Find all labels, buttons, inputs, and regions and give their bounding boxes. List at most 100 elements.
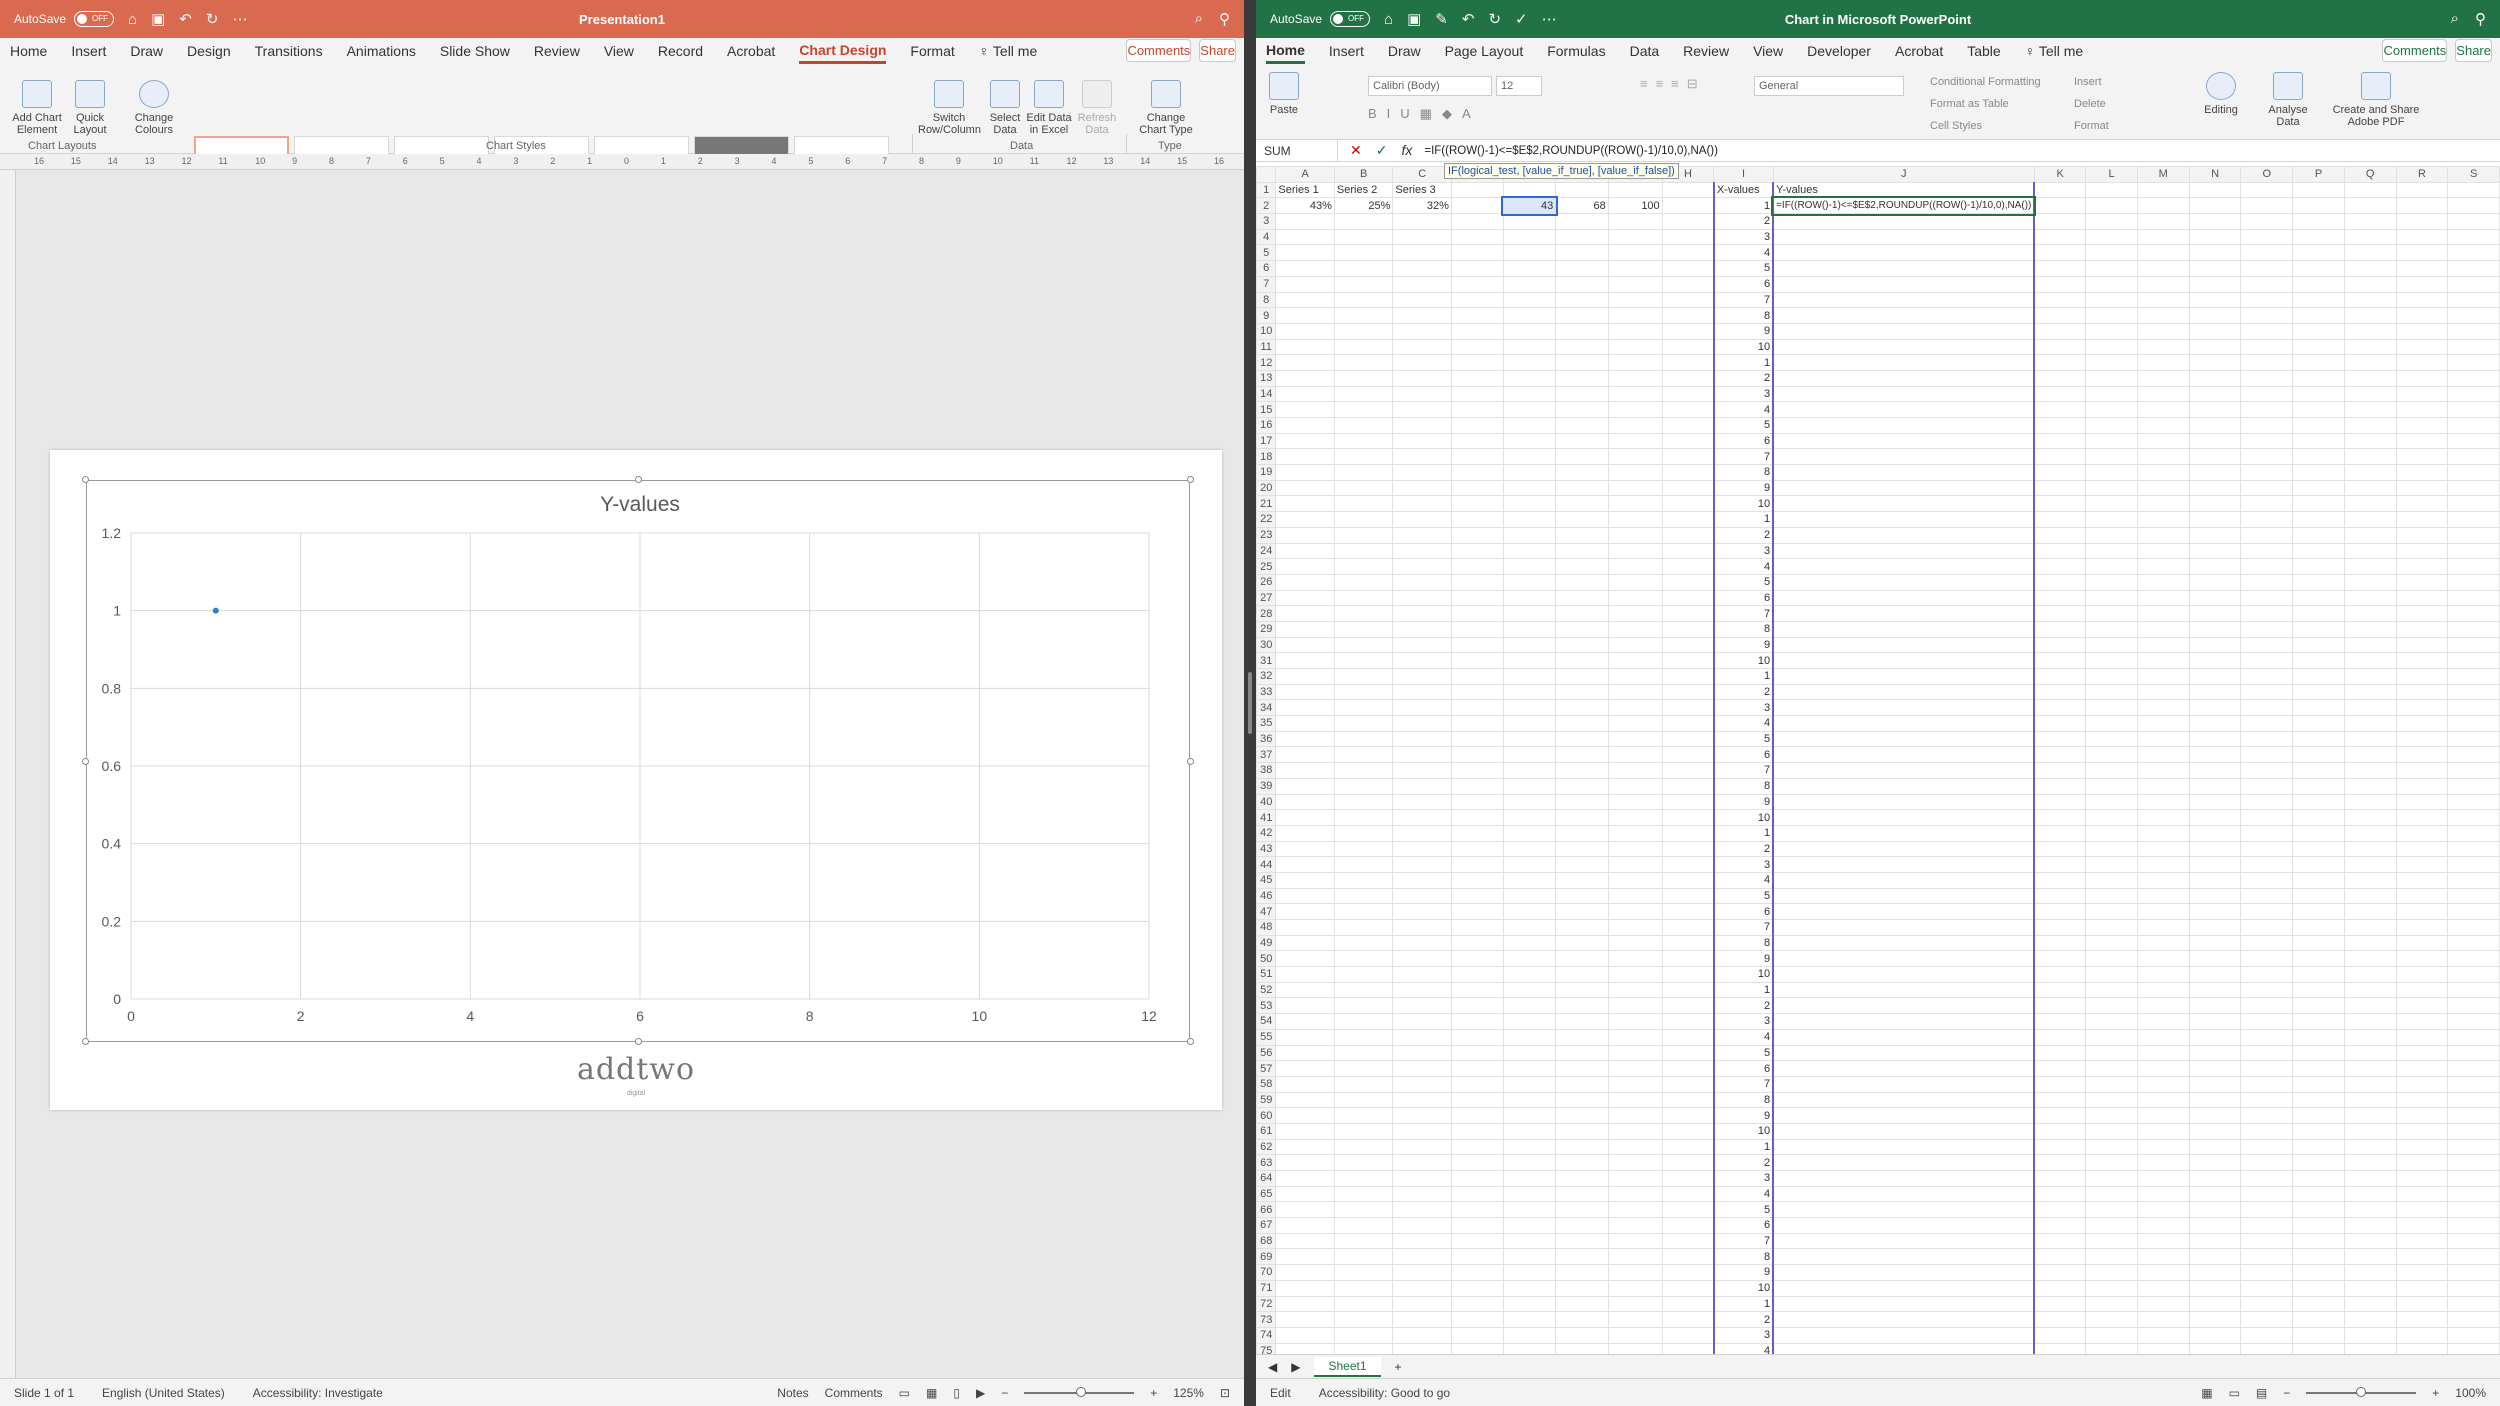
cell[interactable] (1555, 856, 1609, 873)
row-header[interactable]: 25 (1256, 558, 1277, 575)
cell[interactable] (2240, 668, 2294, 685)
cell[interactable] (2395, 950, 2449, 968)
cell[interactable]: 100 (1607, 197, 1663, 215)
cell[interactable] (1772, 824, 2036, 842)
cell[interactable] (2240, 1326, 2294, 1344)
ppt-tab-animations[interactable]: Animations (347, 40, 416, 62)
cell[interactable] (2136, 840, 2190, 858)
cell[interactable] (2395, 181, 2449, 199)
cell-styles-button[interactable]: Cell Styles (1930, 120, 1982, 132)
cell[interactable] (2033, 981, 2087, 999)
cell[interactable] (2292, 495, 2345, 513)
cell[interactable] (1607, 715, 1663, 732)
cell[interactable] (1392, 840, 1452, 858)
cell[interactable] (1661, 558, 1715, 575)
cell[interactable] (2395, 699, 2449, 717)
cell[interactable] (2188, 809, 2242, 826)
cell[interactable] (2033, 213, 2087, 230)
font-name-select[interactable]: Calibri (Body) (1368, 76, 1492, 96)
cell[interactable] (1333, 1138, 1394, 1156)
row-header[interactable]: 64 (1256, 1170, 1277, 1187)
cell[interactable] (1661, 715, 1715, 732)
cell[interactable] (1275, 1075, 1335, 1093)
cell[interactable] (2085, 448, 2138, 466)
cell[interactable] (2447, 997, 2500, 1015)
cell[interactable] (1333, 652, 1394, 669)
cell[interactable] (1555, 1279, 1609, 1297)
cell[interactable] (1392, 1044, 1452, 1062)
cell[interactable] (1607, 1248, 1663, 1266)
cell[interactable] (1661, 213, 1715, 230)
cell[interactable] (2395, 605, 2449, 622)
cell[interactable] (1275, 1044, 1335, 1062)
cell[interactable] (1607, 903, 1663, 920)
cell[interactable] (2240, 1264, 2294, 1281)
cell[interactable] (1275, 793, 1335, 811)
cell[interactable] (1607, 1060, 1663, 1077)
cell[interactable] (1450, 181, 1504, 199)
cell[interactable] (1450, 228, 1504, 246)
row-header[interactable]: 57 (1256, 1060, 1277, 1077)
cell[interactable] (2136, 668, 2190, 685)
cell[interactable] (1661, 511, 1715, 528)
cell[interactable] (2085, 699, 2138, 717)
cell[interactable] (2136, 1075, 2190, 1093)
cell[interactable]: 3 (1712, 1326, 1774, 1344)
cell[interactable] (1450, 1107, 1504, 1124)
cell[interactable] (2240, 793, 2294, 811)
cell[interactable] (1502, 244, 1557, 262)
cell[interactable] (2343, 464, 2397, 481)
cell[interactable] (2395, 1138, 2449, 1156)
cell[interactable] (1333, 322, 1394, 340)
cell[interactable] (2033, 1201, 2087, 1219)
cell[interactable] (2188, 1279, 2242, 1297)
cell[interactable] (2085, 1028, 2138, 1046)
cell[interactable] (2085, 275, 2138, 293)
cell[interactable] (2033, 1122, 2087, 1140)
cell[interactable] (1661, 1201, 1715, 1219)
cell[interactable] (1333, 1075, 1394, 1093)
cell[interactable] (2343, 542, 2397, 560)
cell[interactable] (2240, 322, 2294, 340)
cell[interactable] (2292, 919, 2345, 936)
cell[interactable] (1772, 589, 2036, 607)
cell[interactable] (2395, 1311, 2449, 1328)
cell[interactable] (1333, 385, 1394, 403)
cell[interactable] (1661, 479, 1715, 497)
cell[interactable] (2447, 511, 2500, 528)
cell[interactable] (2292, 1326, 2345, 1344)
cell[interactable] (2188, 228, 2242, 246)
row-header[interactable]: 20 (1256, 479, 1277, 497)
cell[interactable] (1502, 213, 1557, 230)
cell[interactable]: 3 (1712, 228, 1774, 246)
cell[interactable] (1772, 871, 2036, 889)
cell[interactable] (1392, 1185, 1452, 1203)
cell[interactable] (1661, 542, 1715, 560)
cell[interactable] (2136, 699, 2190, 717)
cell[interactable] (2085, 213, 2138, 230)
cell[interactable] (1450, 1044, 1504, 1062)
conditional-formatting-button[interactable]: Conditional Formatting (1930, 76, 2041, 88)
cell[interactable] (2395, 1122, 2449, 1140)
cell[interactable] (1392, 1248, 1452, 1266)
cell[interactable] (1275, 668, 1335, 685)
cell[interactable]: X-values (1712, 181, 1774, 199)
cell[interactable] (1450, 369, 1504, 387)
cell[interactable] (2395, 1091, 2449, 1109)
cell[interactable] (1772, 322, 2036, 340)
cell[interactable] (2343, 934, 2397, 952)
cell[interactable] (1772, 1326, 2036, 1344)
cell[interactable] (2343, 1138, 2397, 1156)
row-header[interactable]: 9 (1256, 307, 1277, 324)
cell[interactable] (1502, 479, 1557, 497)
cell[interactable] (2033, 291, 2087, 309)
cell[interactable] (2292, 213, 2345, 230)
cell[interactable] (2395, 1295, 2449, 1313)
cell[interactable] (2033, 683, 2087, 701)
row-header[interactable]: 60 (1256, 1107, 1277, 1124)
cell[interactable] (1450, 856, 1504, 873)
cell[interactable] (1607, 871, 1663, 889)
column-header[interactable]: I (1713, 166, 1774, 183)
cell[interactable] (2188, 526, 2242, 544)
prev-sheet-icon[interactable]: ◀ (1268, 1360, 1277, 1374)
